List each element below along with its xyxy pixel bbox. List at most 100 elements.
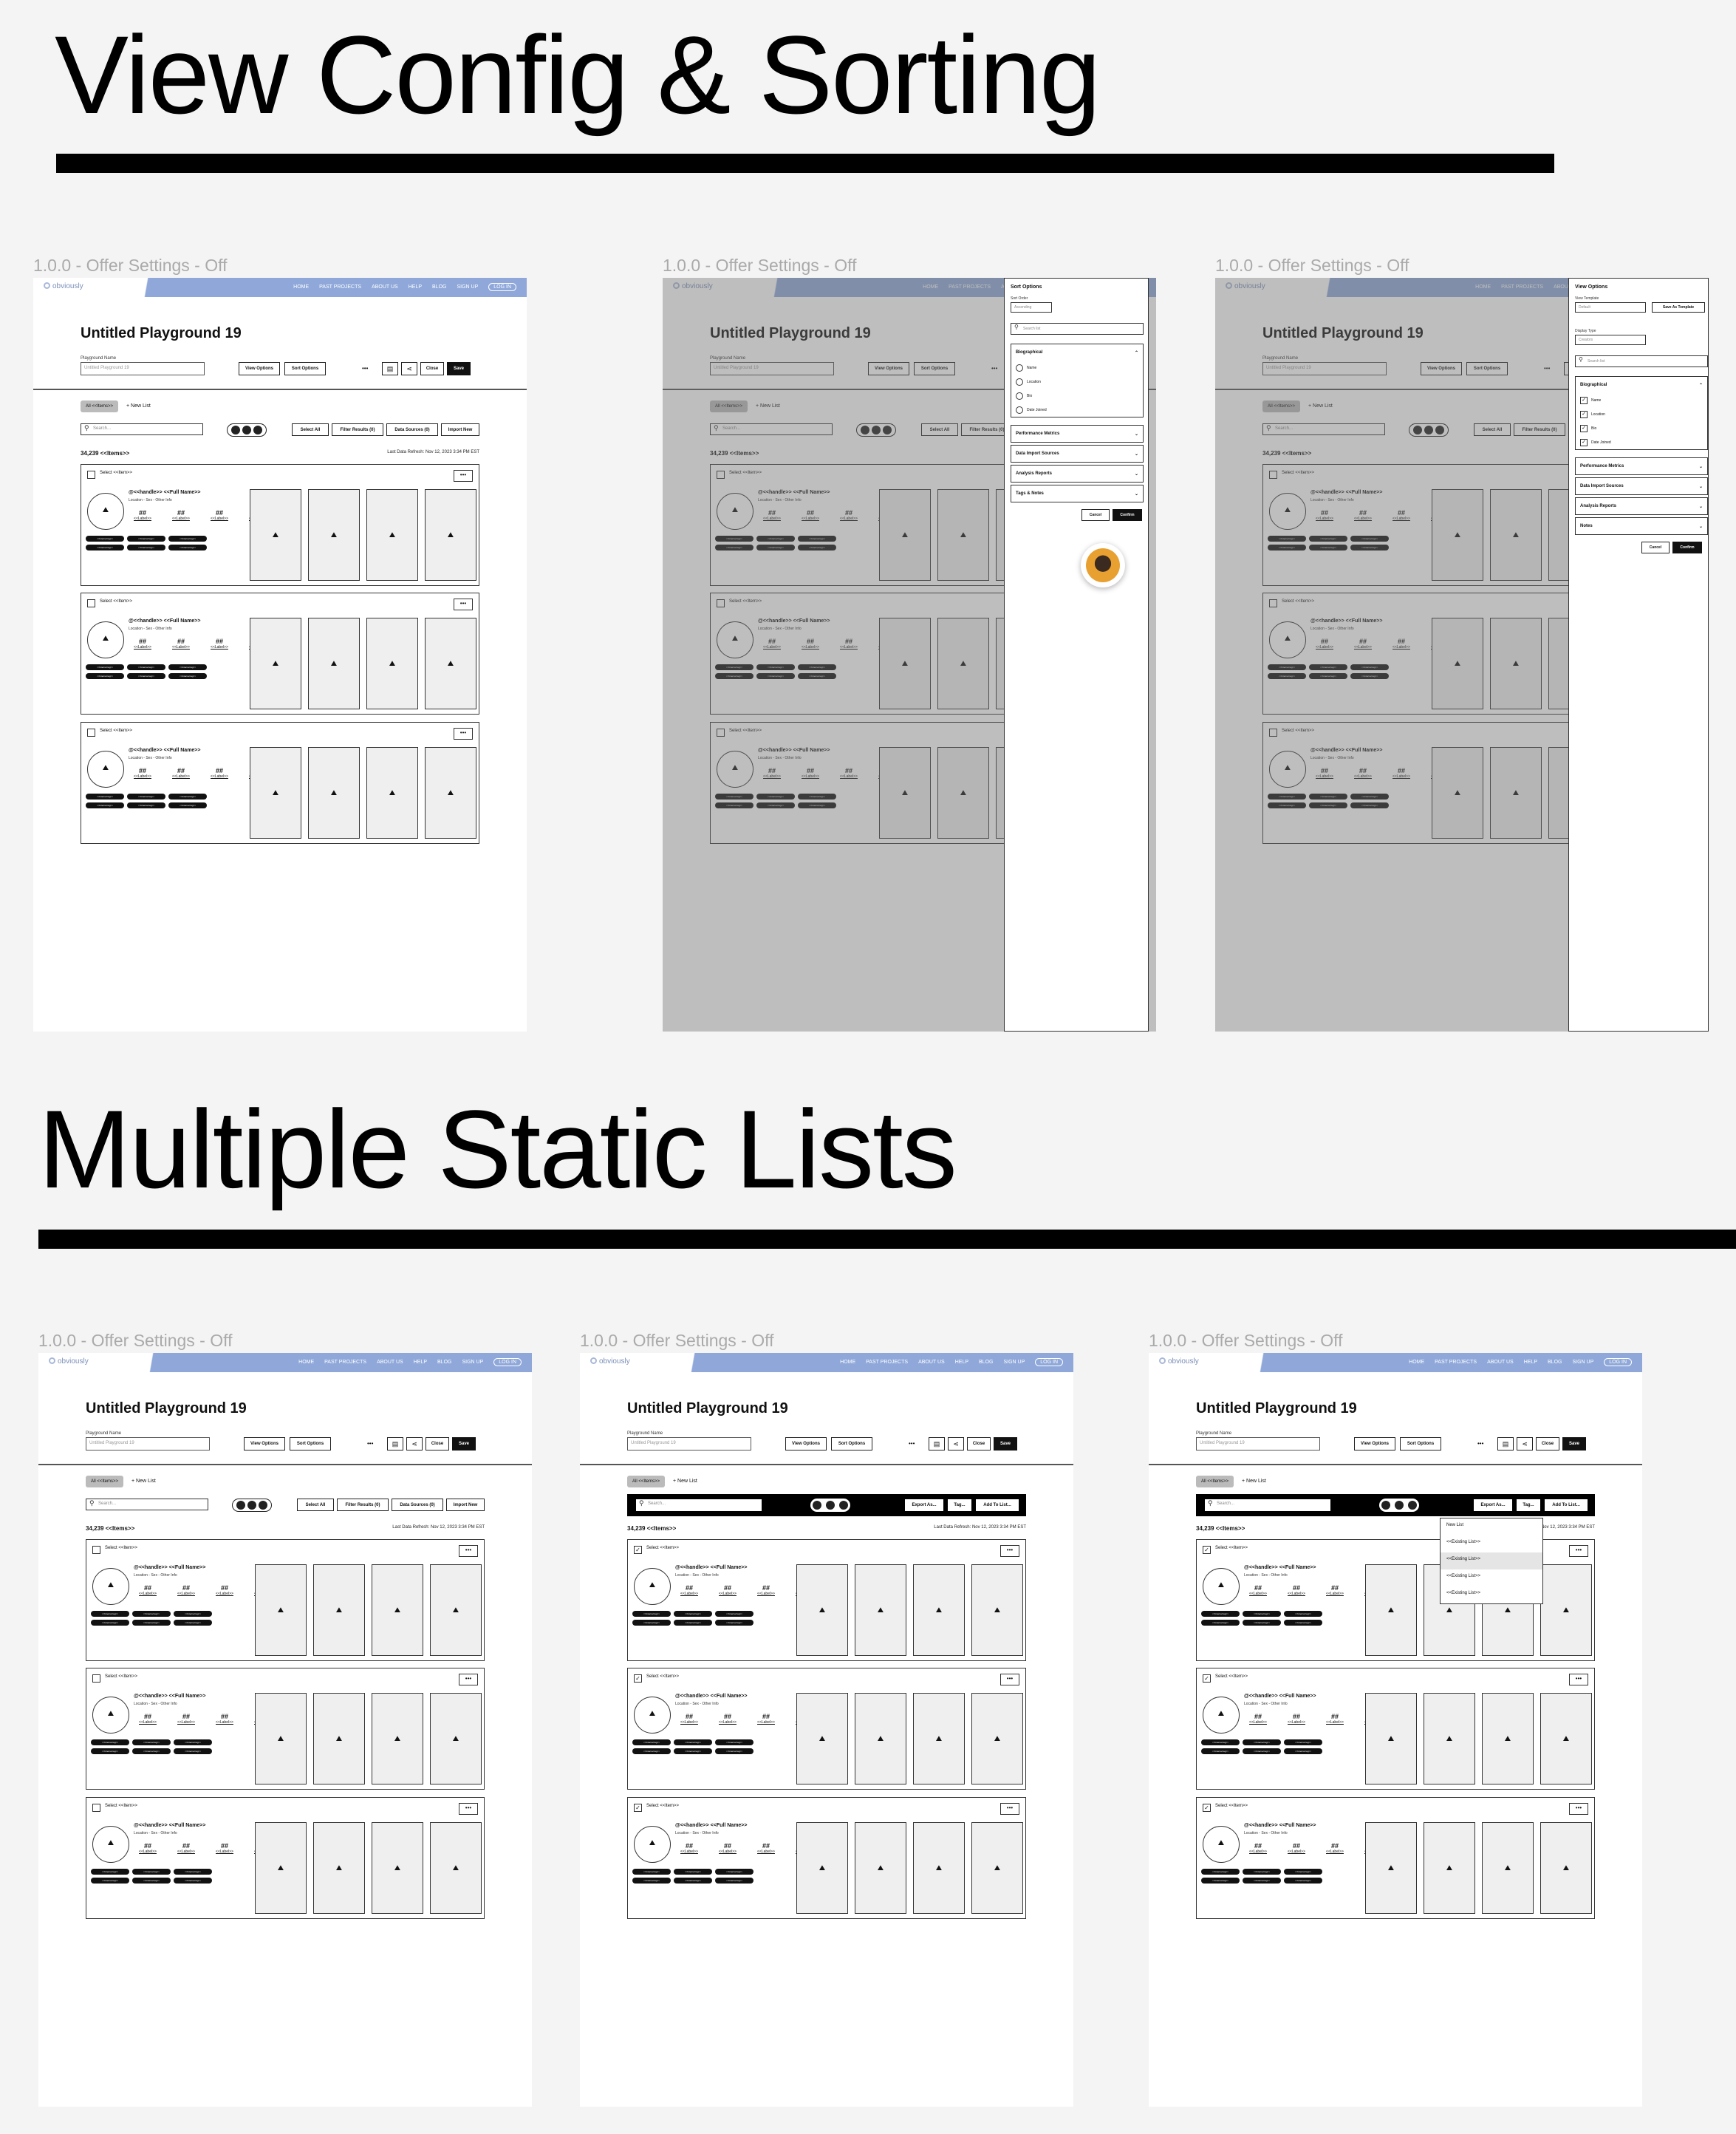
comment-icon[interactable]: ▤: [387, 1437, 403, 1450]
nav-link-blog[interactable]: BLOG: [1548, 1360, 1562, 1365]
sort-options-button[interactable]: Sort Options: [831, 1437, 872, 1450]
brand-logo[interactable]: obviously: [590, 1357, 630, 1366]
internal-tag[interactable]: <<Internal tag>>: [715, 1739, 753, 1745]
select-checkbox[interactable]: [92, 1674, 100, 1683]
comment-icon[interactable]: ▤: [929, 1437, 945, 1450]
playground-name-input[interactable]: Untitled Playground 19: [627, 1437, 751, 1450]
more-icon[interactable]: •••: [362, 365, 368, 372]
radio-button[interactable]: [1016, 364, 1023, 372]
media-thumbnail[interactable]: ⛰: [796, 1822, 848, 1914]
media-thumbnail[interactable]: ⛰: [250, 618, 301, 709]
nav-link-blog[interactable]: BLOG: [979, 1360, 993, 1365]
radio-button[interactable]: [1016, 406, 1023, 414]
internal-tag[interactable]: <<Internal tag>>: [127, 536, 165, 542]
internal-tag[interactable]: <<Internal tag>>: [1201, 1878, 1240, 1884]
view-options-button[interactable]: View Options: [785, 1437, 827, 1450]
new-list-link[interactable]: + New List: [673, 1479, 697, 1484]
filter-results-button[interactable]: Filter Results (0): [332, 423, 383, 436]
internal-tag[interactable]: <<Internal tag>>: [632, 1748, 671, 1754]
internal-tag[interactable]: <<Internal tag>>: [168, 664, 207, 670]
card-menu-button[interactable]: •••: [1000, 1545, 1019, 1557]
internal-tag[interactable]: <<Internal tag>>: [91, 1739, 129, 1745]
select-all-button[interactable]: Select All: [297, 1499, 334, 1511]
grid-view-icon[interactable]: [236, 1501, 245, 1510]
internal-tag[interactable]: <<Internal tag>>: [674, 1878, 712, 1884]
login-button[interactable]: LOG IN: [493, 1358, 522, 1366]
person-view-icon[interactable]: [247, 1501, 256, 1510]
select-checkbox[interactable]: [87, 599, 95, 607]
grid-view-icon[interactable]: [230, 426, 240, 434]
nav-link-about[interactable]: ABOUT US: [918, 1360, 945, 1365]
internal-tag[interactable]: <<Internal tag>>: [715, 1748, 753, 1754]
field-option[interactable]: ✓ Location: [1576, 407, 1707, 421]
internal-tag[interactable]: <<Internal tag>>: [91, 1748, 129, 1754]
nav-link-past-projects[interactable]: PAST PROJECTS: [866, 1360, 908, 1365]
internal-tag[interactable]: <<Internal tag>>: [632, 1611, 671, 1617]
internal-tag[interactable]: <<Internal tag>>: [168, 536, 207, 542]
internal-tag[interactable]: <<Internal tag>>: [174, 1620, 212, 1626]
media-thumbnail[interactable]: ⛰: [1365, 1693, 1417, 1784]
internal-tag[interactable]: <<Internal tag>>: [86, 794, 124, 800]
radio-button[interactable]: [1016, 392, 1023, 400]
internal-tag[interactable]: <<Internal tag>>: [1284, 1748, 1322, 1754]
internal-tag[interactable]: <<Internal tag>>: [715, 1620, 753, 1626]
internal-tag[interactable]: <<Internal tag>>: [174, 1748, 212, 1754]
sort-options-button[interactable]: Sort Options: [290, 1437, 331, 1450]
import-new-button[interactable]: Import New: [446, 1499, 485, 1511]
internal-tag[interactable]: <<Internal tag>>: [174, 1739, 212, 1745]
internal-tag[interactable]: <<Internal tag>>: [1284, 1620, 1322, 1626]
add-to-list-button[interactable]: Add To List...: [1545, 1499, 1588, 1511]
media-thumbnail[interactable]: ⛰: [372, 1564, 423, 1656]
internal-tag[interactable]: <<Internal tag>>: [132, 1739, 171, 1745]
media-thumbnail[interactable]: ⛰: [971, 1564, 1023, 1656]
internal-tag[interactable]: <<Internal tag>>: [86, 673, 124, 679]
comment-icon[interactable]: ▤: [1497, 1437, 1514, 1450]
select-checkbox[interactable]: [87, 729, 95, 737]
internal-tag[interactable]: <<Internal tag>>: [632, 1739, 671, 1745]
playground-name-input[interactable]: Untitled Playground 19: [1196, 1437, 1320, 1450]
internal-tag[interactable]: <<Internal tag>>: [132, 1748, 171, 1754]
internal-tag[interactable]: <<Internal tag>>: [1243, 1878, 1281, 1884]
view-options-button[interactable]: View Options: [244, 1437, 285, 1450]
nav-link-past-projects[interactable]: PAST PROJECTS: [1435, 1360, 1477, 1365]
view-toggle[interactable]: [1379, 1499, 1419, 1512]
share-icon[interactable]: ⋖: [948, 1437, 964, 1450]
person-view-icon[interactable]: [242, 426, 251, 434]
tab-all-items[interactable]: All <<Items>>: [627, 1476, 666, 1487]
internal-tag[interactable]: <<Internal tag>>: [1201, 1739, 1240, 1745]
internal-tag[interactable]: <<Internal tag>>: [86, 536, 124, 542]
add-to-list-button[interactable]: Add To List...: [976, 1499, 1019, 1511]
collapsed-section[interactable]: Performance Metrics ⌄: [1575, 457, 1708, 475]
sort-order-select[interactable]: Ascending: [1011, 302, 1052, 313]
card-menu-button[interactable]: •••: [1569, 1803, 1588, 1815]
save-button[interactable]: Save: [452, 1437, 476, 1450]
internal-tag[interactable]: <<Internal tag>>: [1243, 1748, 1281, 1754]
media-thumbnail[interactable]: ⛰: [855, 1822, 906, 1914]
internal-tag[interactable]: <<Internal tag>>: [674, 1869, 712, 1875]
view-toggle[interactable]: [232, 1499, 272, 1512]
internal-tag[interactable]: <<Internal tag>>: [674, 1739, 712, 1745]
internal-tag[interactable]: <<Internal tag>>: [132, 1620, 171, 1626]
media-thumbnail[interactable]: ⛰: [255, 1693, 307, 1784]
nav-link-signup[interactable]: SIGN UP: [462, 1360, 483, 1365]
card-menu-button[interactable]: •••: [454, 599, 473, 610]
media-thumbnail[interactable]: ⛰: [913, 1822, 965, 1914]
internal-tag[interactable]: <<Internal tag>>: [174, 1869, 212, 1875]
close-button[interactable]: Close: [967, 1437, 991, 1450]
internal-tag[interactable]: <<Internal tag>>: [168, 673, 207, 679]
card-menu-button[interactable]: •••: [1569, 1674, 1588, 1685]
internal-tag[interactable]: <<Internal tag>>: [715, 1611, 753, 1617]
collapsed-section[interactable]: Data Import Sources ⌄: [1011, 445, 1144, 463]
nav-link-about[interactable]: ABOUT US: [1487, 1360, 1514, 1365]
nav-link-signup[interactable]: SIGN UP: [457, 284, 478, 290]
internal-tag[interactable]: <<Internal tag>>: [674, 1611, 712, 1617]
close-button[interactable]: Close: [426, 1437, 449, 1450]
field-option[interactable]: ✓ Bio: [1576, 421, 1707, 435]
internal-tag[interactable]: <<Internal tag>>: [91, 1878, 129, 1884]
checkbox[interactable]: ✓: [1580, 424, 1588, 432]
data-sources-button[interactable]: Data Sources (0): [392, 1499, 443, 1511]
data-sources-button[interactable]: Data Sources (0): [386, 423, 438, 436]
internal-tag[interactable]: <<Internal tag>>: [1201, 1611, 1240, 1617]
select-checkbox[interactable]: [92, 1546, 100, 1554]
field-option[interactable]: ✓ Date Joined: [1576, 435, 1707, 449]
